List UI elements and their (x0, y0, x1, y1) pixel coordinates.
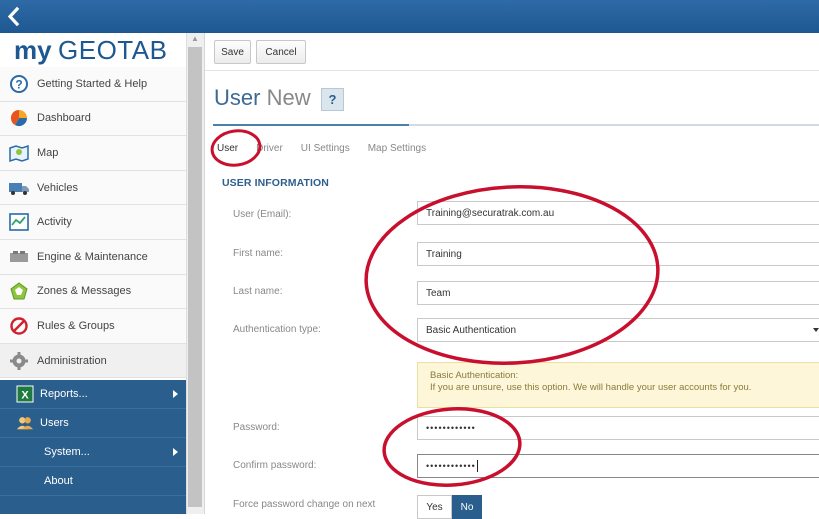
sidebar-item-vehicles[interactable]: Vehicles (0, 170, 186, 206)
logo-suffix: GEOTAB (58, 35, 167, 65)
page-title: User New (214, 85, 311, 111)
zone-icon (8, 281, 30, 301)
sidebar-item-label: Map (37, 146, 59, 159)
confirm-password-label: Confirm password: (233, 460, 317, 471)
password-field[interactable]: •••••••••••• (417, 416, 819, 440)
svg-text:?: ? (15, 77, 22, 91)
administration-submenu: X Reports... Users System... About (0, 380, 186, 514)
truck-icon (8, 178, 30, 198)
first-name-field[interactable]: Training (417, 242, 819, 266)
excel-icon: X (16, 385, 34, 403)
section-heading: USER INFORMATION (222, 177, 329, 189)
sidebar-item-label: Activity (37, 216, 72, 229)
submenu-arrow-icon (173, 390, 178, 398)
sidebar-item-engine[interactable]: Engine & Maintenance (0, 239, 186, 275)
map-icon (8, 143, 30, 163)
tab-driver[interactable]: Driver (256, 143, 283, 154)
sidebar-item-label: About (44, 475, 73, 487)
sidebar-item-reports[interactable]: X Reports... (0, 380, 186, 409)
engine-icon (8, 247, 30, 267)
sidebar-item-dashboard[interactable]: Dashboard (0, 101, 186, 137)
first-name-label: First name: (233, 248, 284, 259)
back-button[interactable] (0, 0, 30, 33)
sidebar-item-administration[interactable]: Administration (0, 343, 186, 379)
title-divider-accent (213, 124, 409, 126)
sidebar-item-activity[interactable]: Activity (0, 205, 186, 240)
auth-type-value: Basic Authentication (426, 324, 517, 336)
email-label: User (Email): (233, 209, 292, 220)
sidebar-item-label: Rules & Groups (37, 319, 115, 332)
tab-ui-settings[interactable]: UI Settings (301, 143, 350, 154)
force-change-label: Force password change on next (233, 499, 376, 510)
help-circle-icon: ? (8, 74, 30, 94)
submenu-arrow-icon (173, 448, 178, 456)
sidebar-item-label: Users (40, 417, 69, 429)
sidebar-item-system[interactable]: System... (0, 438, 186, 467)
activity-chart-icon (8, 212, 30, 232)
sidebar-item-label: Zones & Messages (37, 285, 132, 298)
sidebar-item-label: Getting Started & Help (37, 77, 148, 90)
auth-info-box: Basic Authentication: If you are unsure,… (417, 362, 819, 408)
sidebar-item-label: Vehicles (37, 181, 78, 194)
save-button[interactable]: Save (214, 40, 251, 64)
sidebar-item-label: Engine & Maintenance (37, 250, 148, 263)
force-change-yes[interactable]: Yes (417, 495, 452, 519)
sidebar-nav: ? Getting Started & Help Dashboard Map V… (0, 67, 186, 379)
svg-text:X: X (21, 390, 29, 402)
help-button[interactable]: ? (321, 88, 344, 111)
scroll-up-icon[interactable]: ▲ (186, 33, 204, 45)
sidebar-item-label: Reports... (40, 388, 88, 400)
main-content: Save Cancel User New ? User Driver UI Se… (205, 33, 819, 519)
sidebar-item-users[interactable]: Users (0, 409, 186, 438)
cancel-button[interactable]: Cancel (256, 40, 306, 64)
tab-user[interactable]: User (217, 143, 238, 154)
auth-type-label: Authentication type: (233, 324, 321, 335)
page-title-main: User (214, 85, 261, 110)
sidebar-item-label: Administration (37, 354, 107, 367)
toolbar: Save Cancel (205, 33, 819, 71)
top-bar (0, 0, 819, 33)
users-icon (16, 414, 34, 432)
tab-bar: User Driver UI Settings Map Settings (217, 143, 444, 154)
last-name-field[interactable]: Team (417, 281, 819, 305)
sidebar-item-rules[interactable]: Rules & Groups (0, 309, 186, 344)
gear-icon (8, 351, 30, 371)
auth-info-title: Basic Authentication: (430, 370, 519, 381)
sidebar-item-label: Dashboard (37, 112, 91, 125)
chevron-left-icon (7, 6, 20, 27)
confirm-password-value: •••••••••••• (426, 461, 476, 471)
mygeotab-logo: my GEOTAB (14, 35, 194, 67)
password-label: Password: (233, 422, 280, 433)
sidebar-item-about[interactable]: About (0, 467, 186, 496)
force-change-no[interactable]: No (452, 495, 482, 519)
logo-prefix: my (14, 35, 52, 65)
email-field[interactable]: Training@securatrak.com.au (417, 201, 819, 225)
page-title-status: New (266, 85, 311, 110)
sidebar-item-getting-started[interactable]: ? Getting Started & Help (0, 67, 186, 102)
sidebar-item-zones[interactable]: Zones & Messages (0, 274, 186, 310)
password-value: •••••••••••• (426, 423, 476, 433)
auth-type-select[interactable]: Basic Authentication (417, 318, 819, 342)
last-name-label: Last name: (233, 286, 283, 297)
sidebar-item-map[interactable]: Map (0, 136, 186, 171)
auth-info-text: If you are unsure, use this option. We w… (430, 382, 752, 393)
tab-map-settings[interactable]: Map Settings (368, 143, 426, 154)
sidebar-scroll-thumb[interactable] (188, 47, 202, 507)
dropdown-arrow-icon (813, 328, 819, 332)
prohibited-icon (8, 316, 30, 336)
confirm-password-field[interactable]: •••••••••••• (417, 454, 819, 478)
pie-chart-icon (8, 108, 30, 128)
text-caret (476, 460, 478, 472)
sidebar-item-label: System... (44, 446, 90, 458)
